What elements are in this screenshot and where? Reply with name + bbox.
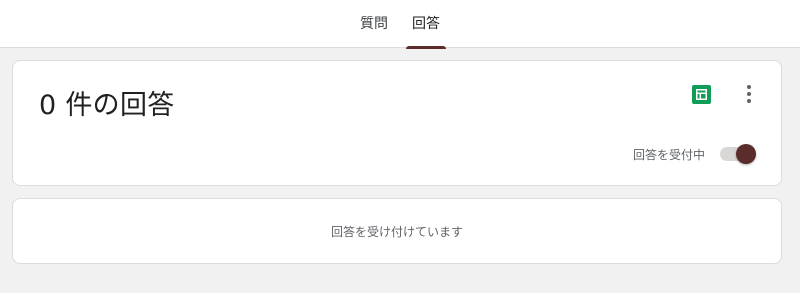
tab-responses[interactable]: 回答 xyxy=(400,0,452,49)
response-count-title: 0 件の回答 xyxy=(39,90,175,121)
tab-questions-label: 質問 xyxy=(360,16,388,32)
tab-questions[interactable]: 質問 xyxy=(348,0,400,48)
accepting-responses-toggle[interactable] xyxy=(719,143,757,165)
responses-summary-card: 0 件の回答 回答を受付中 xyxy=(12,60,782,186)
top-bar: 質問 回答 xyxy=(0,0,800,49)
accepting-status-message: 回答を受け付けています xyxy=(330,224,463,239)
tab-bar: 質問 回答 xyxy=(0,0,800,49)
toggle-thumb xyxy=(736,144,756,164)
link-to-sheets-button[interactable] xyxy=(690,83,712,105)
more-vertical-icon xyxy=(747,85,751,103)
more-options-button[interactable] xyxy=(739,81,759,107)
tab-responses-label: 回答 xyxy=(412,16,440,32)
response-status-card: 回答を受け付けています xyxy=(12,198,782,264)
google-sheets-icon xyxy=(691,84,711,104)
accepting-responses-row: 回答を受付中 xyxy=(633,142,757,166)
accepting-responses-label: 回答を受付中 xyxy=(632,147,705,162)
